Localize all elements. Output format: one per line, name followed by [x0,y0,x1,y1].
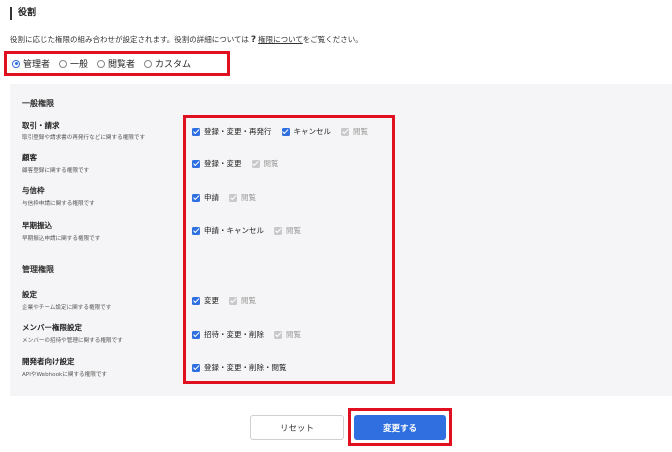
reset-button[interactable]: リセット [250,415,344,440]
perm-name-customers: 顧客 [22,153,37,162]
section-title: 役割 [10,7,36,20]
role-option-admin[interactable]: 管理者 [12,57,50,70]
perm-name-developer-settings: 開発者向け設定 [22,357,75,366]
role-label-custom: カスタム [155,60,192,70]
radio-admin[interactable] [12,59,20,68]
permissions-help-link[interactable]: 権限について [258,35,303,44]
radio-viewer[interactable] [97,59,106,68]
perm-desc-developer-settings: APIやWebhookに関する権限です [22,372,108,378]
radio-custom[interactable] [144,59,153,68]
role-description: 役割に応じた権限の組み合わせが設定されます。役割の詳細については? 権限についてを… [10,34,363,45]
save-button[interactable]: 変更する [354,415,446,440]
perm-desc-transactions: 取引登録や請求書の再発行などに関する権限です [22,135,146,141]
description-text: 役割に応じた権限の組み合わせが設定されます。役割の詳細については [10,35,249,44]
perm-desc-member-permissions: メンバーの招待や管理に関する権限です [22,338,123,344]
role-option-viewer[interactable]: 閲覧者 [97,57,135,70]
role-label-general: 一般 [70,60,89,70]
permissions-highlight-box [183,115,395,384]
role-radio-group: 管理者 一般 閲覧者 カスタム [4,51,230,76]
perm-name-transactions: 取引・請求 [22,121,60,130]
perm-desc-credit-limit: 与信枠申請に関する権限です [22,201,95,207]
admin-permissions-heading: 管理権限 [22,265,54,274]
help-icon: ? [250,35,257,45]
perm-desc-early-transfer: 早期振込申請に関する権限です [22,236,101,242]
role-label-viewer: 閲覧者 [108,60,136,70]
radio-general[interactable] [59,59,68,68]
perm-name-settings: 設定 [22,290,37,299]
general-permissions-heading: 一般権限 [22,99,54,108]
perm-name-member-permissions: メンバー権限設定 [22,323,82,332]
role-label-admin: 管理者 [23,60,51,70]
description-text-end: をご覧ください。 [302,35,363,44]
role-option-general[interactable]: 一般 [59,57,88,70]
perm-desc-settings: 企業やチーム設定に関する権限です [22,305,112,311]
perm-desc-customers: 顧客登録に関する権限です [22,168,90,174]
role-option-custom[interactable]: カスタム [144,57,191,70]
perm-name-credit-limit: 与信枠 [22,186,45,195]
perm-name-early-transfer: 早期振込 [22,221,52,230]
